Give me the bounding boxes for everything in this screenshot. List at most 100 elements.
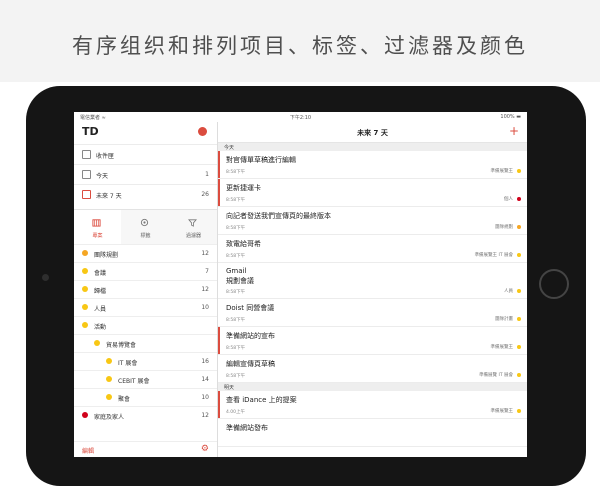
project-label: 團隊規劃 [94, 252, 119, 259]
project-color-dot [106, 394, 112, 400]
task-row[interactable]: 查看 iDance 上的提案 4.00上午 準備展覽王 [218, 391, 527, 419]
project-label: 會議 [94, 270, 107, 277]
section-label: 明天 [224, 385, 235, 391]
project-item[interactable]: 聚會 10 [74, 388, 217, 406]
task-row[interactable]: 對官傳單草稿進行編輯 8:58下午 準備展覽王 [218, 151, 527, 179]
nav-label: 今天 [96, 173, 109, 180]
project-color-dot [517, 317, 521, 321]
project-label: 貿易博覽會 [106, 342, 137, 349]
project-color-dot [517, 289, 521, 293]
task-title: 致電給哥希 [226, 240, 261, 248]
project-label: 聚會 [118, 396, 131, 403]
project-item[interactable]: 團隊規劃 12 [74, 244, 217, 262]
home-button[interactable] [539, 269, 569, 299]
task-row[interactable]: 致電給哥希 8:58下午 準備展覽王 IT 展會 [218, 235, 527, 263]
project-color-dot [82, 268, 88, 274]
tab-projects[interactable]: 專案 [74, 210, 121, 244]
tag-icon [140, 218, 149, 227]
section-header: 明天 [218, 383, 527, 391]
project-count: 10 [201, 304, 209, 311]
nav-label: 未來 7 天 [96, 193, 122, 200]
task-meta: 8:58下午 [226, 346, 246, 351]
task-project: 準備展覽王 [490, 409, 514, 414]
project-item[interactable]: 家庭及家人 12 [74, 406, 217, 424]
sidebar-tabs: 專案 標籤 過濾器 [74, 209, 217, 245]
project-label: 家庭及家人 [94, 414, 125, 421]
nav-label: 收件匣 [96, 153, 115, 160]
project-label: IT 展會 [118, 360, 138, 367]
project-color-dot [517, 169, 521, 173]
add-task-plus-icon[interactable]: + [509, 124, 519, 138]
project-item[interactable]: 歸檔 12 [74, 280, 217, 298]
task-project: 團隊計畫 [495, 317, 513, 322]
filter-icon [188, 219, 197, 227]
project-label: CEBIT 展會 [118, 378, 150, 385]
project-item[interactable]: CEBIT 展會 14 [74, 370, 217, 388]
tab-label: 過濾器 [185, 233, 201, 239]
tab-label: 專案 [92, 233, 103, 239]
task-row[interactable]: 編輯宣傳頁草稿 8:58下午 準備展覽 IT 展會 [218, 355, 527, 383]
task-row[interactable]: 向記者發送我們宣傳頁的最終版本 8:58下午 團隊規劃 [218, 207, 527, 235]
task-row[interactable]: 更新捷運卡 8:58下午 個人 [218, 179, 527, 207]
task-row[interactable]: 準備網站的宣布 8:58下午 準備展覽王 [218, 327, 527, 355]
calendar-week-icon [82, 190, 91, 199]
tab-filters[interactable]: 過濾器 [170, 210, 217, 244]
project-count: 12 [201, 412, 209, 419]
nav-inbox[interactable]: 收件匣 [74, 144, 217, 164]
project-color-dot [82, 286, 88, 292]
project-color-dot [106, 358, 112, 364]
sidebar: TD 收件匣 今天 1 未來 7 天 26 專案 標籤 過濾器 團隊規劃 12 … [74, 122, 218, 457]
task-row[interactable]: Doist 同營會議 8:58下午 團隊計畫 [218, 299, 527, 327]
priority-bar [218, 391, 220, 418]
task-project: 準備展覽王 IT 展會 [474, 253, 513, 258]
task-title: 編輯宣傳頁草稿 [226, 360, 275, 368]
project-color-dot [517, 373, 521, 377]
project-color-dot [517, 409, 521, 413]
task-subtitle: 規劃會議 [226, 277, 254, 285]
project-color-dot [82, 412, 88, 418]
task-project: 人員 [504, 289, 513, 294]
project-count: 7 [205, 268, 209, 275]
task-meta: 8:58下午 [226, 170, 246, 175]
task-row[interactable]: 準備網站發布 [218, 419, 527, 447]
task-title: 向記者發送我們宣傳頁的最終版本 [226, 212, 331, 220]
app-logo-icon: TD [82, 125, 99, 138]
task-project: 個人 [504, 197, 513, 202]
settings-gear-icon[interactable]: ⚙ [201, 444, 209, 454]
sidebar-footer: 編輯 ⚙ [74, 441, 217, 457]
task-project: 準備展覽 IT 展會 [479, 373, 513, 378]
task-meta: 8:58下午 [226, 290, 246, 295]
project-label: 活動 [94, 324, 107, 331]
project-item[interactable]: IT 展會 16 [74, 352, 217, 370]
section-header: 今天 [218, 143, 527, 151]
project-color-dot [517, 225, 521, 229]
task-title: 對官傳單草稿進行編輯 [226, 156, 296, 164]
priority-bar [218, 179, 220, 206]
inbox-icon [82, 150, 91, 159]
project-item[interactable]: 活動 [74, 316, 217, 334]
nav-next-7-days[interactable]: 未來 7 天 26 [74, 184, 217, 204]
section-label: 今天 [224, 145, 235, 151]
task-meta: 8:58下午 [226, 254, 246, 259]
task-row[interactable]: Gmail 規劃會議 8:58下午 人員 [218, 263, 527, 299]
project-count: 12 [201, 286, 209, 293]
calendar-icon [82, 170, 91, 179]
task-project: 準備展覽王 [490, 345, 514, 350]
project-color-dot [82, 250, 88, 256]
project-color-dot [106, 376, 112, 382]
task-title: 準備網站的宣布 [226, 332, 275, 340]
promo-headline: 有序组织和排列项目、标签、过滤器及颜色 [72, 34, 528, 58]
status-bar: 電信業者 ≈ 下午2:10 100% ▬ [74, 112, 527, 122]
project-item[interactable]: 貿易博覽會 [74, 334, 217, 352]
task-project: 團隊規劃 [495, 225, 513, 230]
project-color-dot [517, 253, 521, 257]
project-color-dot [94, 340, 100, 346]
nav-today[interactable]: 今天 1 [74, 164, 217, 184]
tab-labels[interactable]: 標籤 [122, 210, 169, 244]
project-color-dot [517, 197, 521, 201]
project-item[interactable]: 人員 10 [74, 298, 217, 316]
notification-icon[interactable] [198, 127, 207, 136]
priority-bar [218, 327, 220, 354]
folder-icon [92, 219, 101, 227]
project-item[interactable]: 會議 7 [74, 262, 217, 280]
